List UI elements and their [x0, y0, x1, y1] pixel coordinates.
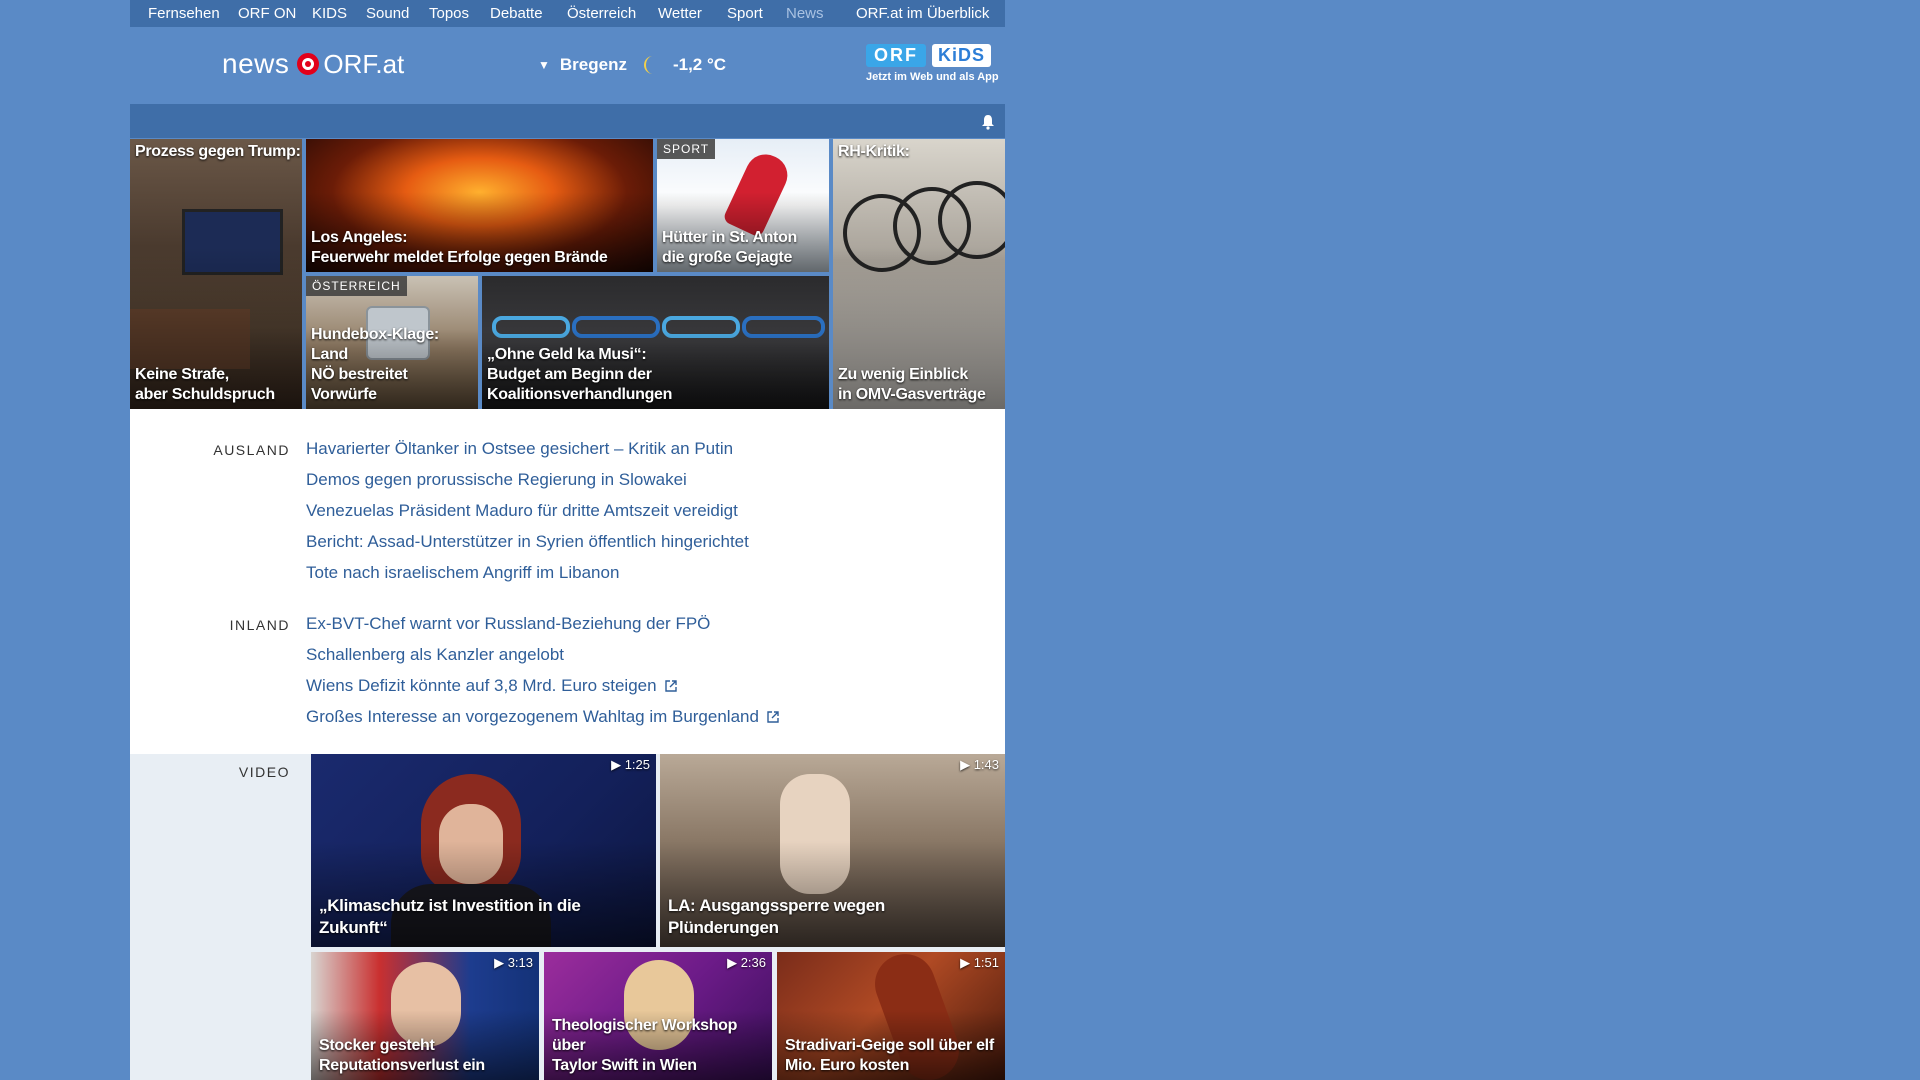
nav-fernsehen[interactable]: Fernsehen [148, 0, 220, 27]
logo-orf-text: ORF.at [323, 48, 405, 79]
teaser-tag: ÖSTERREICH [306, 276, 407, 296]
teaser-title: Keine Strafe, aber Schuldspruch [135, 366, 275, 403]
nav-debatte[interactable]: Debatte [490, 0, 543, 27]
external-link-icon [664, 680, 677, 692]
news-link-external[interactable]: Großes Interesse an vorgezogenem Wahltag… [306, 707, 779, 727]
teaser-rh-kritik[interactable]: RH-Kritik: Zu wenig Einblick in OMV-Gasv… [833, 139, 1005, 409]
video-duration: ▶ 1:43 [960, 757, 999, 772]
video-title: Stradivari-Geige soll über elf Mio. Euro… [785, 1037, 994, 1074]
nav-topos[interactable]: Topos [429, 0, 469, 27]
news-link[interactable]: Venezuelas Präsident Maduro für dritte A… [306, 501, 738, 521]
video-duration: ▶ 3:13 [494, 955, 533, 970]
orf-kids-badges: ORF KiDS [866, 44, 1004, 67]
video-duration: ▶ 1:51 [960, 955, 999, 970]
nav-wetter[interactable]: Wetter [658, 0, 702, 27]
teaser-title: Zu wenig Einblick in OMV-Gasverträge [838, 366, 986, 403]
news-link-external[interactable]: Wiens Defizit könnte auf 3,8 Mrd. Euro s… [306, 676, 677, 696]
video-title: Theologischer Workshop über Taylor Swift… [552, 1017, 738, 1074]
dropdown-triangle-icon: ▼ [538, 58, 550, 72]
teaser-title: Los Angeles: Feuerwehr meldet Erfolge ge… [311, 229, 608, 266]
external-link-icon [767, 711, 779, 723]
news-link[interactable]: Ex-BVT-Chef warnt vor Russland-Beziehung… [306, 614, 710, 634]
video-taylor-swift-workshop[interactable]: ▶ 2:36 Theologischer Workshop über Taylo… [544, 952, 772, 1080]
logo-news-text: news [222, 48, 290, 79]
video-duration: ▶ 1:25 [611, 757, 650, 772]
teaser-title: Hundebox-Klage: Land NÖ bestreitet Vorwü… [311, 326, 439, 403]
video-title: LA: Ausgangssperre wegen Plünderungen [668, 896, 885, 937]
orf-eye-icon [297, 53, 320, 75]
video-title: „Klimaschutz ist Investition in die Zuku… [319, 896, 581, 937]
sub-header-bar [130, 104, 1005, 138]
news-link[interactable]: Bericht: Assad-Unterstützer in Syrien öf… [306, 532, 749, 552]
top-navigation: Fernsehen ORF ON KIDS Sound Topos Debatt… [130, 0, 1005, 27]
news-list-area: AUSLAND Havarierter Öltanker in Ostsee g… [130, 409, 1005, 754]
teaser-hundebox-klage[interactable]: ÖSTERREICH Hundebox-Klage: Land NÖ bestr… [306, 276, 478, 409]
nav-oesterreich[interactable]: Österreich [567, 0, 636, 27]
section-label-ausland: AUSLAND [213, 442, 290, 458]
orf-kids-promo[interactable]: ORF KiDS Jetzt im Web und als App [866, 44, 1004, 83]
moon-icon [643, 56, 653, 74]
teaser-kicker: Prozess gegen Trump: [135, 143, 301, 160]
section-label-inland: INLAND [229, 617, 290, 633]
news-orf-logo[interactable]: news ORF.at [222, 46, 404, 82]
teaser-los-angeles[interactable]: Los Angeles: Feuerwehr meldet Erfolge ge… [306, 139, 653, 272]
section-label-video: VIDEO [238, 764, 290, 780]
nav-orf-at-ueberblick[interactable]: ORF.at im Überblick [856, 0, 989, 27]
nav-sport[interactable]: Sport [727, 0, 763, 27]
video-klimaschutz[interactable]: ▶ 1:25 „Klimaschutz ist Investition in d… [311, 754, 656, 947]
weather-widget[interactable]: ▼ Bregenz -1,2 °C [538, 52, 726, 78]
teaser-budget-koalition[interactable]: „Ohne Geld ka Musi“: Budget am Beginn de… [482, 276, 829, 409]
teaser-tag: SPORT [657, 139, 716, 159]
kids-badge: KiDS [932, 44, 992, 67]
teaser-title: Hütter in St. Anton die große Gejagte [662, 229, 798, 266]
kids-promo-subtitle: Jetzt im Web und als App [866, 71, 999, 83]
video-stradivari-geige[interactable]: ▶ 1:51 Stradivari-Geige soll über elf Mi… [777, 952, 1005, 1080]
orf-badge: ORF [866, 44, 926, 67]
teaser-huetter-st-anton[interactable]: SPORT Hütter in St. Anton die große Geja… [657, 139, 829, 272]
news-link[interactable]: Tote nach israelischem Angriff im Libano… [306, 563, 619, 583]
nav-kids[interactable]: KIDS [312, 0, 347, 27]
video-stocker[interactable]: ▶ 3:13 Stocker gesteht Reputationsverlus… [311, 952, 539, 1080]
weather-location: Bregenz [559, 55, 627, 74]
teaser-title: „Ohne Geld ka Musi“: Budget am Beginn de… [487, 346, 673, 403]
weather-temperature: -1,2 °C [672, 55, 727, 74]
nav-orf-on[interactable]: ORF ON [238, 0, 296, 27]
news-link-text: Wiens Defizit könnte auf 3,8 Mrd. Euro s… [306, 676, 657, 695]
teaser-kicker: RH-Kritik: [838, 143, 910, 160]
news-link[interactable]: Havarierter Öltanker in Ostsee gesichert… [306, 439, 733, 459]
bell-icon[interactable] [981, 114, 995, 130]
news-link[interactable]: Schallenberg als Kanzler angelobt [306, 645, 564, 665]
video-la-ausgangssperre[interactable]: ▶ 1:43 LA: Ausgangssperre wegen Plünderu… [660, 754, 1005, 947]
page: Fernsehen ORF ON KIDS Sound Topos Debatt… [130, 0, 1005, 1080]
video-title: Stocker gesteht Reputationsverlust ein [319, 1037, 485, 1074]
news-link[interactable]: Demos gegen prorussische Regierung in Sl… [306, 470, 687, 490]
video-duration: ▶ 2:36 [727, 955, 766, 970]
nav-sound[interactable]: Sound [366, 0, 409, 27]
nav-news[interactable]: News [786, 0, 824, 27]
teaser-trump-prozess[interactable]: Prozess gegen Trump: Keine Strafe, aber … [130, 139, 302, 409]
news-link-text: Großes Interesse an vorgezogenem Wahltag… [306, 707, 759, 726]
